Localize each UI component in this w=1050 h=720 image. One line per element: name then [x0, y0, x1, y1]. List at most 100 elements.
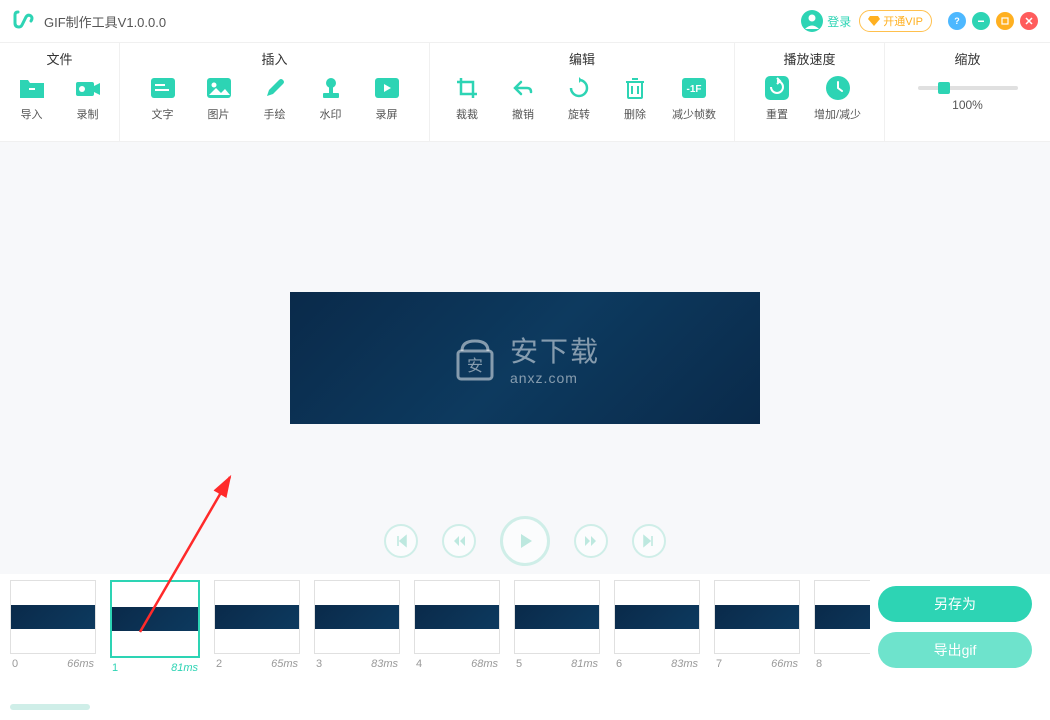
horizontal-scrollbar[interactable]	[0, 702, 1050, 714]
frame-item-2[interactable]: 265ms	[214, 580, 300, 674]
record-button[interactable]: 录制	[69, 74, 107, 122]
window-controls: ?	[948, 12, 1038, 30]
next-frame-button[interactable]	[574, 524, 608, 558]
svg-text:-1F: -1F	[687, 84, 702, 95]
frame-index: 4	[416, 658, 422, 670]
group-file: 文件 导入 录制	[0, 43, 120, 141]
toolbar: 文件 导入 录制 插入 文字 图片 手绘	[0, 42, 1050, 142]
login-label: 登录	[827, 13, 851, 30]
frame-duration: 66ms	[67, 658, 94, 670]
watermark-label: 水印	[320, 106, 342, 122]
scrollbar-thumb[interactable]	[10, 704, 90, 710]
bag-text: 安	[467, 357, 483, 375]
frame-thumb	[414, 580, 500, 654]
frame-strip	[615, 605, 699, 629]
screen-icon	[373, 74, 401, 102]
draw-button[interactable]: 手绘	[256, 74, 294, 122]
zoom-slider-handle[interactable]	[938, 82, 950, 94]
frame-thumb	[214, 580, 300, 654]
group-file-title: 文件	[12, 49, 107, 68]
group-edit: 编辑 裁裁 撤销 旋转 删除 -1F 减少帧数	[430, 43, 735, 141]
reset-label: 重置	[766, 106, 788, 122]
close-button[interactable]	[1020, 12, 1038, 30]
frame-item-1[interactable]: 181ms	[110, 580, 200, 674]
import-label: 导入	[21, 106, 43, 122]
import-button[interactable]: 导入	[13, 74, 51, 122]
reset-speed-button[interactable]: 重置	[758, 74, 796, 122]
vip-button[interactable]: 开通VIP	[859, 10, 932, 32]
maximize-button[interactable]	[996, 12, 1014, 30]
frame-meta: 383ms	[314, 654, 400, 670]
crop-button[interactable]: 裁裁	[448, 74, 486, 122]
watermark-cn: 安下载	[510, 330, 600, 370]
frame-item-6[interactable]: 683ms	[614, 580, 700, 674]
undo-button[interactable]: 撤销	[504, 74, 542, 122]
frame-index: 7	[716, 658, 722, 670]
preview-frame: 安 安下载 anxz.com	[290, 292, 760, 424]
frame-meta: 5 81ms	[514, 654, 600, 670]
image-label: 图片	[208, 106, 230, 122]
folder-icon	[18, 74, 46, 102]
frame-index: 6	[616, 658, 622, 670]
frame-index: 5	[516, 658, 522, 670]
reset-icon	[763, 74, 791, 102]
frame-item-3[interactable]: 383ms	[314, 580, 400, 674]
frame-duration: 68ms	[471, 658, 498, 670]
frame-item-4[interactable]: 4 68ms	[414, 580, 500, 674]
frames-row: 066ms181ms 265ms 383ms 4 68ms 5 81ms 683ms 7 66ms…	[10, 580, 870, 674]
frame-item-5[interactable]: 5 81ms	[514, 580, 600, 674]
frame-strip	[112, 607, 198, 631]
frames-scroll[interactable]: 066ms181ms 265ms 383ms 4 68ms 5 81ms 683ms 7 66ms…	[10, 580, 870, 702]
frame-strip	[515, 605, 599, 629]
reduce-frames-button[interactable]: -1F 减少帧数	[672, 74, 716, 122]
clock-icon	[824, 74, 852, 102]
play-button[interactable]	[500, 516, 550, 566]
help-button[interactable]: ?	[948, 12, 966, 30]
zoom-value: 100%	[897, 98, 1038, 112]
zoom-slider[interactable]	[918, 86, 1018, 90]
watermark-button[interactable]: 水印	[312, 74, 350, 122]
frame-duration: 81ms	[571, 658, 598, 670]
screencap-button[interactable]: 录屏	[368, 74, 406, 122]
user-avatar-icon	[801, 10, 823, 32]
timeline: 066ms181ms 265ms 383ms 4 68ms 5 81ms 683ms 7 66ms…	[0, 574, 1050, 702]
camera-icon	[74, 74, 102, 102]
rotate-label: 旋转	[568, 106, 590, 122]
frame-duration: 66ms	[771, 658, 798, 670]
app-title: GIF制作工具V1.0.0.0	[44, 12, 801, 31]
crop-label: 裁裁	[456, 106, 478, 122]
undo-icon	[509, 74, 537, 102]
delete-button[interactable]: 删除	[616, 74, 654, 122]
last-frame-button[interactable]	[632, 524, 666, 558]
frame-item-8[interactable]: 8	[814, 580, 870, 674]
undo-label: 撤销	[512, 106, 534, 122]
adjust-speed-button[interactable]: 增加/减少	[814, 74, 861, 122]
prev-frame-button[interactable]	[442, 524, 476, 558]
text-icon	[149, 74, 177, 102]
frame-item-0[interactable]: 066ms	[10, 580, 96, 674]
watermark-text: 安下载 anxz.com	[510, 330, 600, 386]
group-insert-title: 插入	[132, 49, 417, 68]
rotate-icon	[565, 74, 593, 102]
crop-icon	[453, 74, 481, 102]
minus-frame-icon: -1F	[680, 74, 708, 102]
adjust-label: 增加/减少	[814, 106, 861, 122]
minimize-button[interactable]	[972, 12, 990, 30]
frame-meta: 265ms	[214, 654, 300, 670]
screencap-label: 录屏	[376, 106, 398, 122]
export-gif-button[interactable]: 导出gif	[878, 632, 1032, 668]
vip-label: 开通VIP	[883, 13, 923, 29]
text-button[interactable]: 文字	[144, 74, 182, 122]
playback-controls	[384, 516, 666, 566]
rotate-button[interactable]: 旋转	[560, 74, 598, 122]
frame-item-7[interactable]: 7 66ms	[714, 580, 800, 674]
first-frame-button[interactable]	[384, 524, 418, 558]
frame-thumb	[110, 580, 200, 658]
save-as-button[interactable]: 另存为	[878, 586, 1032, 622]
frame-index: 2	[216, 658, 222, 670]
group-zoom: 缩放 100%	[885, 43, 1050, 141]
image-button[interactable]: 图片	[200, 74, 238, 122]
watermark-en: anxz.com	[510, 370, 600, 386]
group-insert: 插入 文字 图片 手绘 水印 录屏	[120, 43, 430, 141]
login-button[interactable]: 登录	[801, 10, 851, 32]
